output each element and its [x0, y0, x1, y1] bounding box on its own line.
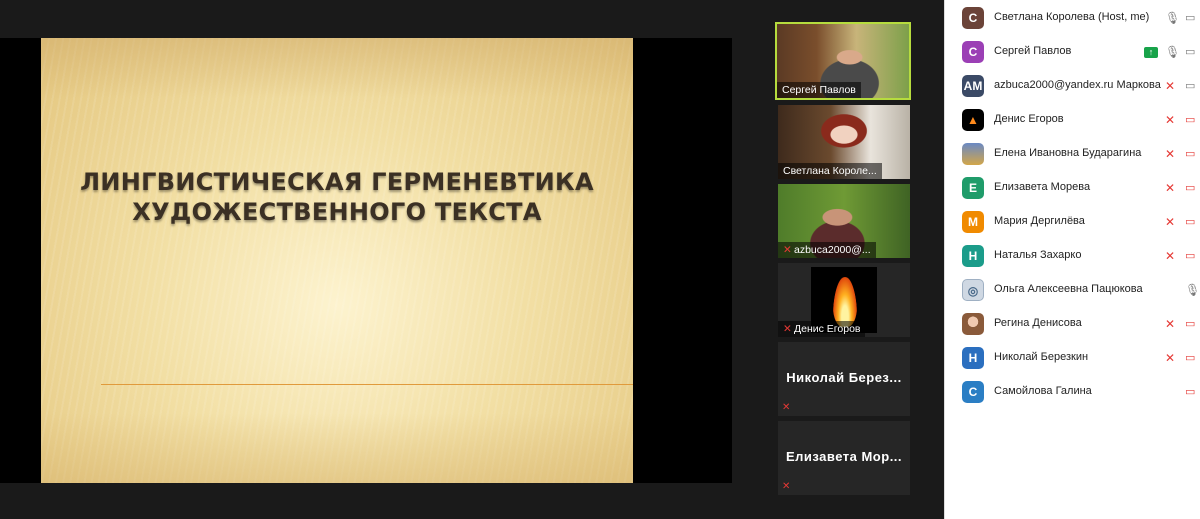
camera-off-icon[interactable]: ▭ [1185, 249, 1195, 263]
participant-row[interactable]: AM azbuca2000@yandex.ru Маркова ✕ ▭ [945, 70, 1200, 104]
video-tile-azbuca[interactable]: ✕ azbuca2000@... [778, 184, 910, 258]
avatar: М [962, 211, 984, 233]
microphone-muted-icon[interactable]: ✕ [1165, 181, 1175, 195]
camera-off-icon[interactable]: ▭ [1185, 215, 1195, 229]
video-tile-label: Сергей Павлов [777, 82, 861, 98]
mic-muted-icon: ✕ [782, 481, 791, 492]
microphone-muted-icon[interactable]: ✕ [1165, 249, 1175, 263]
participant-row[interactable]: М Мария Дергилёва ✕ ▭ [945, 206, 1200, 240]
participant-name: Наталья Захарко [994, 249, 1082, 261]
participant-name: Самойлова Галина [994, 385, 1092, 397]
video-tile-berezkin[interactable]: Николай Берез... ✕ [778, 342, 910, 416]
microphone-muted-icon[interactable]: ✕ [1165, 113, 1175, 127]
avatar: С [962, 7, 984, 29]
video-tile-label: Светлана Короле... [778, 163, 882, 179]
camera-off-icon[interactable]: ▭ [1185, 147, 1195, 161]
slide-divider [101, 384, 633, 385]
participant-row[interactable]: ◎ Ольга Алексеевна Пацюкова 🎙 [945, 274, 1200, 308]
participants-panel: С Светлана Королева (Host, me) 🎙 ▭ С Сер… [944, 0, 1200, 519]
presentation-slide: ЛИНГВИСТИЧЕСКАЯ ГЕРМЕНЕВТИКА ХУДОЖЕСТВЕН… [41, 38, 633, 483]
photo-icon [962, 143, 984, 165]
camera-icon[interactable]: ▭ [1185, 11, 1195, 25]
avatar: AM [962, 75, 984, 97]
camera-off-icon[interactable]: ▭ [1185, 385, 1195, 399]
participant-name: Ольга Алексеевна Пацюкова [994, 283, 1143, 295]
participant-name: Светлана Королева (Host, me) [994, 11, 1150, 23]
video-tile-label: ✕ azbuca2000@... [778, 242, 876, 258]
camera-icon[interactable]: ▭ [1185, 45, 1195, 59]
participant-name: Денис Егоров [994, 113, 1064, 125]
camera-off-icon[interactable]: ▭ [1185, 113, 1195, 127]
slide-title-line-2: ХУДОЖЕСТВЕННОГО ТЕКСТА [132, 198, 542, 226]
participant-row[interactable]: С Светлана Королева (Host, me) 🎙 ▭ [945, 2, 1200, 36]
participant-name: Николай Берез... [786, 370, 902, 385]
mic-muted-icon: ✕ [783, 323, 792, 335]
mic-muted-icon: ✕ [782, 402, 791, 413]
microphone-muted-icon[interactable]: ✕ [1165, 215, 1175, 229]
participant-name: Регина Денисова [994, 317, 1082, 329]
participant-name: Елизавета Морева [994, 181, 1091, 193]
microphone-muted-icon[interactable]: ✕ [1165, 317, 1175, 331]
participant-row[interactable]: Регина Денисова ✕ ▭ [945, 308, 1200, 342]
avatar: С [962, 381, 984, 403]
camera-off-icon[interactable]: ▭ [1185, 317, 1195, 331]
microphone-icon[interactable]: 🎙 [1165, 11, 1180, 25]
microphone-muted-icon[interactable]: ✕ [1165, 351, 1175, 365]
video-tile-label: ✕ Денис Егоров [778, 321, 866, 337]
pattern-icon: ◎ [962, 279, 984, 301]
avatar: Н [962, 245, 984, 267]
participant-row[interactable]: ▲ Денис Егоров ✕ ▭ [945, 104, 1200, 138]
screen-share-view: ЛИНГВИСТИЧЕСКАЯ ГЕРМЕНЕВТИКА ХУДОЖЕСТВЕН… [0, 38, 732, 483]
video-tile-moreva[interactable]: Елизавета Мор... ✕ [778, 421, 910, 495]
microphone-muted-icon[interactable]: ✕ [1165, 79, 1175, 93]
microphone-muted-icon[interactable]: ✕ [1165, 147, 1175, 161]
participant-row[interactable]: Елена Ивановна Бударагина ✕ ▭ [945, 138, 1200, 172]
participant-row[interactable]: С Самойлова Галина ▭ [945, 376, 1200, 410]
camera-icon[interactable]: ▭ [1185, 79, 1195, 93]
avatar: Н [962, 347, 984, 369]
fire-icon: ▲ [962, 109, 984, 131]
participant-name: Сергей Павлов [994, 45, 1072, 57]
microphone-icon[interactable]: 🎙 [1185, 283, 1200, 297]
screen-share-icon: ↑ [1144, 47, 1158, 58]
participant-name: Мария Дергилёва [994, 215, 1085, 227]
video-tile-koroleva[interactable]: Светлана Короле... [778, 105, 910, 179]
participant-row[interactable]: Е Елизавета Морева ✕ ▭ [945, 172, 1200, 206]
participant-row[interactable]: Н Николай Березкин ✕ ▭ [945, 342, 1200, 376]
video-tile-pavlov[interactable]: Сергей Павлов [775, 22, 911, 100]
meeting-stage: ЛИНГВИСТИЧЕСКАЯ ГЕРМЕНЕВТИКА ХУДОЖЕСТВЕН… [0, 0, 944, 519]
camera-off-icon[interactable]: ▭ [1185, 351, 1195, 365]
photo-icon [962, 313, 984, 335]
camera-off-icon[interactable]: ▭ [1185, 181, 1195, 195]
mic-muted-icon: ✕ [783, 244, 792, 256]
participant-name: Николай Березкин [994, 351, 1089, 363]
video-tile-egorov[interactable]: ✕ Денис Егоров [778, 263, 910, 337]
avatar: Е [962, 177, 984, 199]
fire-icon [833, 277, 857, 327]
microphone-icon[interactable]: 🎙 [1165, 45, 1180, 59]
participant-name: Елизавета Мор... [785, 449, 903, 464]
participant-row[interactable]: С Сергей Павлов ↑ 🎙 ▭ [945, 36, 1200, 70]
participant-row[interactable]: Н Наталья Захарко ✕ ▭ [945, 240, 1200, 274]
participant-name: azbuca2000@yandex.ru Маркова [994, 79, 1161, 91]
participant-name: Елена Ивановна Бударагина [994, 147, 1142, 159]
avatar: С [962, 41, 984, 63]
slide-title-line-1: ЛИНГВИСТИЧЕСКАЯ ГЕРМЕНЕВТИКА [80, 168, 594, 196]
